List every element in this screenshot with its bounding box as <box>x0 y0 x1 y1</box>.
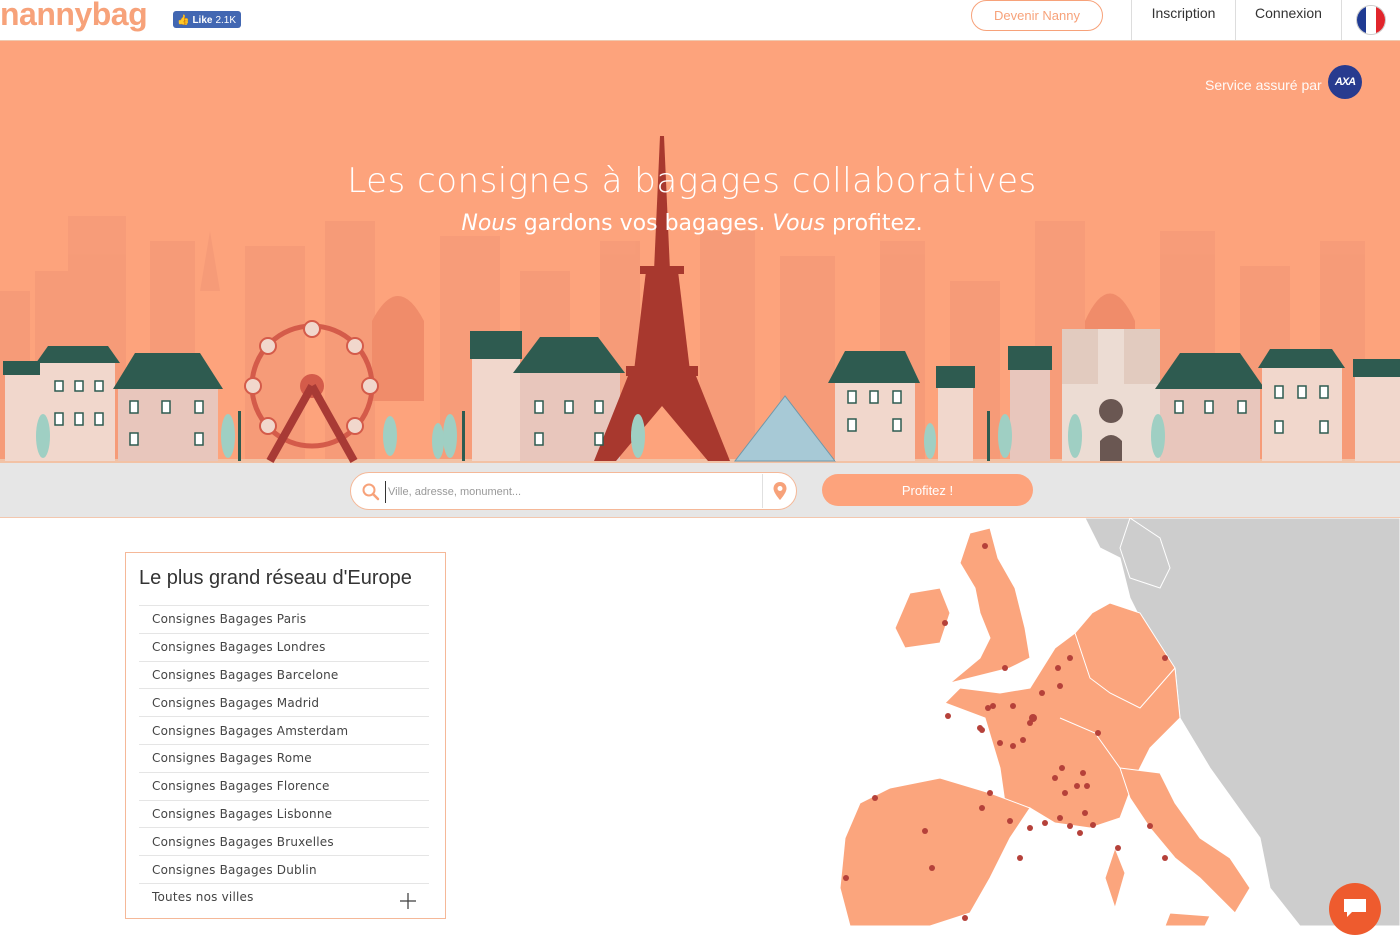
flag-fr-icon <box>1356 5 1386 35</box>
subtitle-em-2: Vous <box>772 211 826 236</box>
login-link[interactable]: Connexion <box>1235 0 1341 40</box>
geolocate-button[interactable] <box>762 474 796 508</box>
hero-banner: Service assuré par AXA Les consignes à b… <box>0 41 1400 463</box>
hero-title: Les consignes à bagages collaboratives <box>347 161 1037 201</box>
europe-network-map[interactable] <box>830 518 1400 926</box>
city-link-rome[interactable]: Consignes Bagages Rome <box>139 743 429 772</box>
insurer-text: Service assuré par <box>1205 77 1322 93</box>
subtitle-text-1: gardons vos bagages. <box>516 211 773 236</box>
city-link-londres[interactable]: Consignes Bagages Londres <box>139 632 429 661</box>
subtitle-em-1: Nous <box>461 211 517 236</box>
hero-subtitle: Nous gardons vos bagages. Vous profitez. <box>0 211 1384 236</box>
city-network-panel: Le plus grand réseau d'Europe Consignes … <box>125 552 446 919</box>
facebook-like-button[interactable]: 👍 Like 2.1K <box>173 11 242 28</box>
thumbs-up-icon: 👍 <box>177 15 190 26</box>
fb-like-label: Like <box>192 15 213 26</box>
europe-map-illustration <box>839 518 1400 926</box>
city-link-paris[interactable]: Consignes Bagages Paris <box>139 605 429 633</box>
search-submit-button[interactable]: Profitez ! <box>822 474 1033 506</box>
language-selector[interactable] <box>1341 0 1400 40</box>
city-list: Consignes Bagages Paris Consignes Bagage… <box>139 605 429 911</box>
search-input[interactable] <box>385 481 755 503</box>
city-link-bruxelles[interactable]: Consignes Bagages Bruxelles <box>139 827 429 855</box>
nannybag-logo[interactable]: nannybag <box>0 0 148 33</box>
plus-icon[interactable] <box>399 892 417 910</box>
signup-link[interactable]: Inscription <box>1131 0 1235 40</box>
become-nanny-button[interactable]: Devenir Nanny <box>971 0 1103 31</box>
map-pin-icon <box>773 482 786 500</box>
search-box[interactable] <box>350 472 797 510</box>
city-link-madrid[interactable]: Consignes Bagages Madrid <box>139 688 429 716</box>
site-header: nannybag 👍 Like 2.1K Devenir Nanny Inscr… <box>0 0 1400 41</box>
all-cities-item[interactable]: Toutes nos villes <box>139 882 429 911</box>
search-icon <box>362 483 380 501</box>
axa-logo[interactable]: AXA <box>1328 65 1362 99</box>
search-bar: Profitez ! <box>0 463 1400 518</box>
all-cities-label: Toutes nos villes <box>152 890 254 905</box>
city-link-dublin[interactable]: Consignes Bagages Dublin <box>139 855 429 883</box>
paris-skyline-illustration <box>0 136 1400 463</box>
subtitle-text-2: profitez. <box>825 211 923 236</box>
city-link-barcelone[interactable]: Consignes Bagages Barcelone <box>139 660 429 689</box>
city-link-lisbonne[interactable]: Consignes Bagages Lisbonne <box>139 799 429 828</box>
fb-like-count: 2.1K <box>215 15 237 26</box>
chat-bubble-icon <box>1344 899 1366 917</box>
network-title: Le plus grand réseau d'Europe <box>139 567 412 589</box>
chat-button[interactable] <box>1329 883 1381 935</box>
city-link-florence[interactable]: Consignes Bagages Florence <box>139 771 429 800</box>
city-link-amsterdam[interactable]: Consignes Bagages Amsterdam <box>139 716 429 744</box>
